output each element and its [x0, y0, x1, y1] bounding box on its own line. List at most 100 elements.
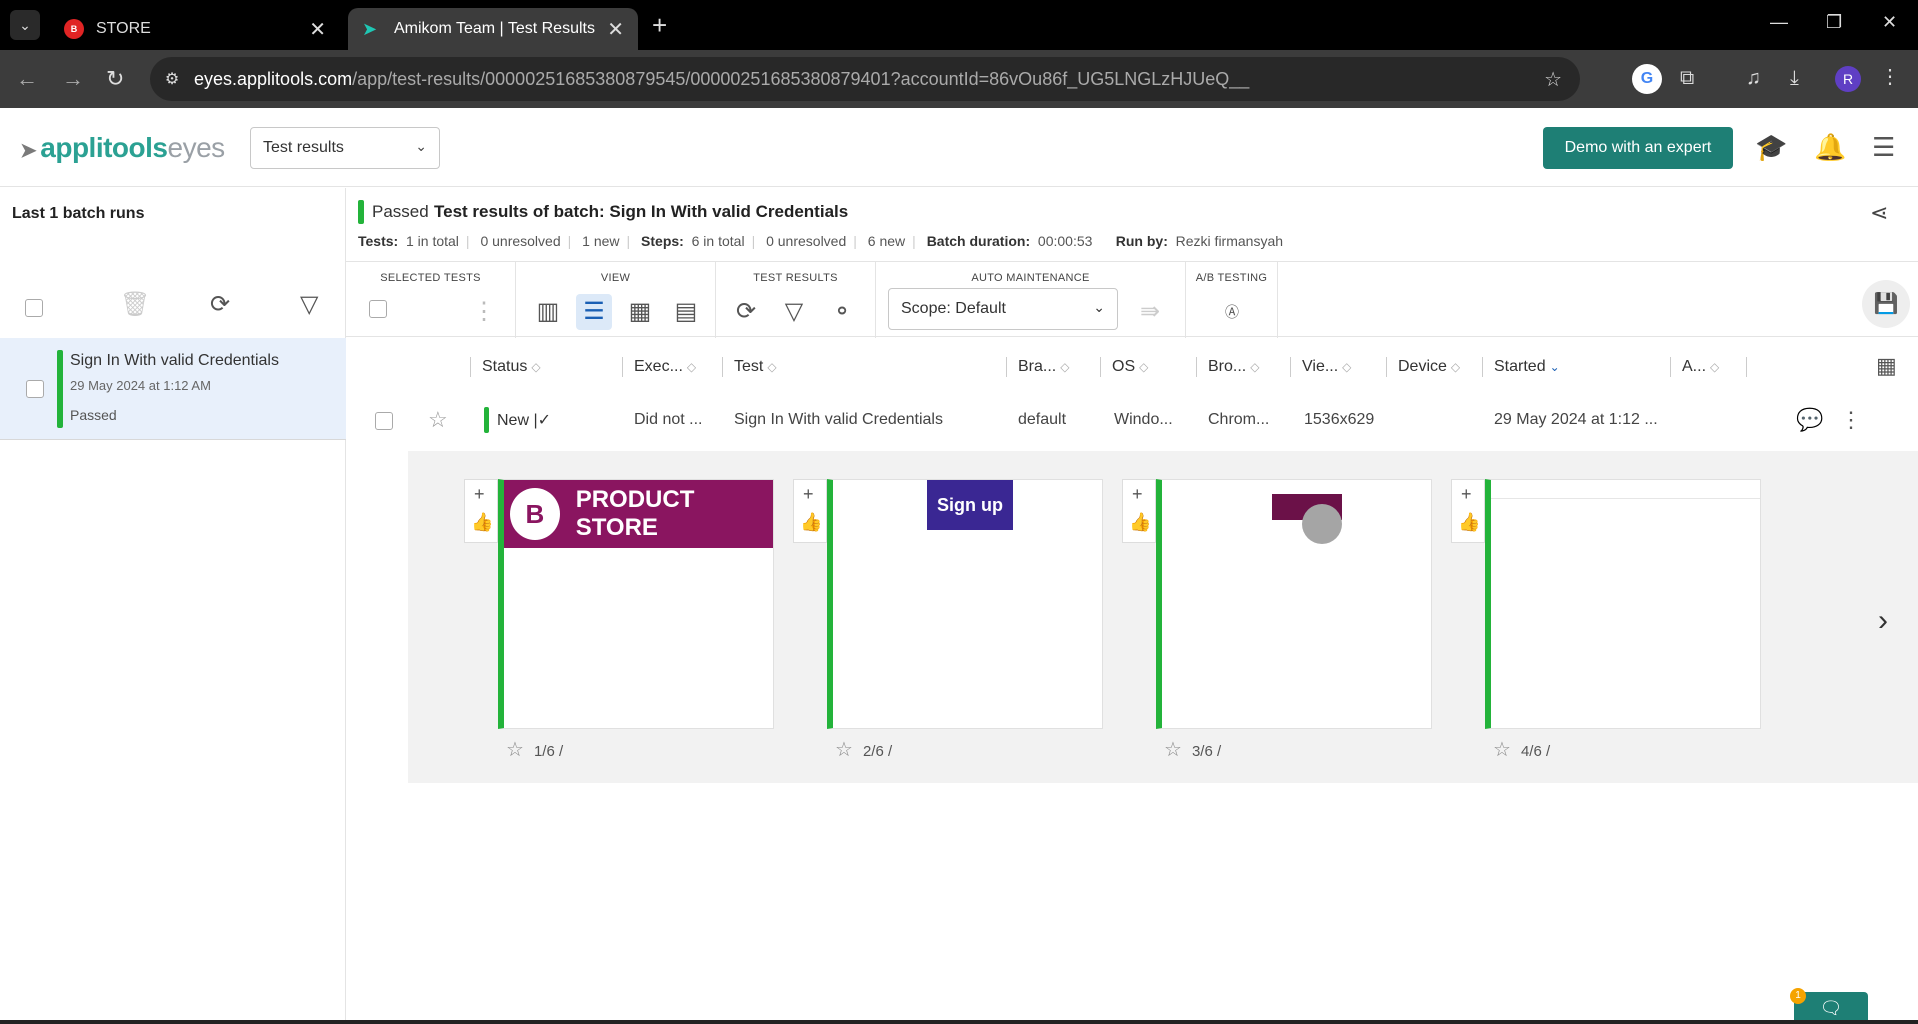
logo-primary: applitools [40, 132, 168, 163]
minimize-icon[interactable]: — [1770, 12, 1788, 33]
table-row[interactable]: ☆ New |✓ Did not ... Sign In With valid … [346, 397, 1918, 445]
refresh-results-icon[interactable]: ⟳ [728, 294, 764, 330]
row-checkbox[interactable] [375, 412, 393, 430]
profile-avatar[interactable]: R [1835, 66, 1861, 92]
select-all-batches-checkbox[interactable] [25, 299, 43, 317]
signup-banner: Sign up [927, 480, 1013, 530]
scope-select[interactable]: Scope: Default ⌄ [888, 288, 1118, 330]
group-by-icon[interactable]: ⚬ [824, 294, 860, 330]
started-cell: 29 May 2024 at 1:12 ... [1494, 411, 1658, 428]
browser-menu-icon[interactable]: ⋮ [1880, 64, 1900, 89]
ab-testing-icon[interactable]: Ⓐ [1214, 294, 1250, 330]
test-cell[interactable]: Sign In With valid Credentials [734, 411, 984, 429]
more-actions-icon[interactable]: ⋮ [466, 294, 502, 330]
address-bar[interactable]: ⚙ eyes.applitools.com/app/test-results/0… [150, 57, 1580, 101]
group-label: VIEW [600, 272, 631, 284]
thumbnail-image[interactable] [1485, 479, 1761, 729]
reload-icon[interactable]: ↻ [106, 66, 124, 92]
add-region-icon[interactable]: + [1132, 484, 1143, 505]
chevron-right-icon[interactable]: › [1878, 604, 1888, 638]
row-menu-icon[interactable]: ⋮ [1840, 407, 1862, 433]
add-region-icon[interactable]: + [474, 484, 485, 505]
view-select[interactable]: Test results ⌄ [250, 127, 440, 169]
step-thumbnail[interactable]: + 👍 Sign up ☆ 2/6 / [793, 479, 1103, 761]
sidebar-title: Last 1 batch runs [12, 205, 145, 222]
thumbnail-image[interactable]: B PRODUCT STORE [498, 479, 774, 729]
add-region-icon[interactable]: + [803, 484, 814, 505]
refresh-icon[interactable]: ⟳ [210, 290, 230, 319]
applitools-logo[interactable]: ➤ applitoolseyes [20, 132, 225, 164]
step-index: 2/6 / [862, 743, 893, 760]
filter-icon[interactable]: ▽ [300, 290, 318, 319]
star-icon[interactable]: ☆ [506, 739, 524, 761]
column-header-test[interactable]: Test ◇ [722, 357, 777, 377]
step-thumbnail[interactable]: + 👍 ☆ 4/6 / [1451, 479, 1761, 761]
batch-list-item[interactable]: Sign In With valid Credentials 29 May 20… [0, 338, 346, 440]
column-settings-icon[interactable]: ▦ [1876, 353, 1897, 379]
batch-checkbox[interactable] [26, 380, 44, 398]
close-tab-icon[interactable]: ✕ [607, 17, 624, 42]
thumbs-up-icon[interactable]: 👍 [1129, 512, 1151, 533]
save-icon: 💾 [1862, 280, 1910, 328]
thumbs-up-icon[interactable]: 👍 [471, 512, 493, 533]
close-tab-icon[interactable]: ✕ [309, 17, 326, 42]
add-region-icon[interactable]: + [1461, 484, 1472, 505]
demo-button[interactable]: Demo with an expert [1543, 127, 1733, 169]
step-thumbnail[interactable]: + 👍 B PRODUCT STORE ☆ 1/6 / [464, 479, 774, 761]
window-close-icon[interactable]: ✕ [1882, 12, 1897, 33]
column-header-started[interactable]: Started ⌄ [1482, 357, 1560, 377]
thumbnail-caption: ☆ 2/6 / [835, 737, 892, 762]
column-header-viewport[interactable]: Vie... ◇ [1290, 357, 1351, 377]
comment-icon[interactable]: 💬 [1796, 407, 1823, 433]
tab-store[interactable]: B STORE ✕ [50, 8, 340, 50]
star-icon[interactable]: ☆ [835, 739, 853, 761]
status-cell[interactable]: New |✓ [484, 407, 551, 433]
academy-icon[interactable]: 🎓 [1755, 132, 1787, 163]
column-header-branch[interactable]: Bra... ◇ [1006, 357, 1069, 377]
tab-search-icon[interactable]: ⌄ [10, 10, 40, 40]
comments-view-icon[interactable]: ▤ [668, 294, 704, 330]
tests-unresolved: 0 unresolved [480, 233, 561, 249]
column-header-a[interactable]: A... ◇ [1670, 357, 1719, 377]
view-select-value: Test results [263, 139, 344, 156]
sort-icon: ◇ [1450, 360, 1461, 374]
column-header-status[interactable]: Status ◇ [470, 357, 541, 377]
google-translate-icon[interactable]: G [1632, 64, 1662, 94]
restore-icon[interactable]: ❐ [1826, 12, 1842, 33]
thumbnail-image[interactable]: Sign up [827, 479, 1103, 729]
chevron-down-icon: ⌄ [1093, 299, 1105, 315]
tab-applitools[interactable]: ➤ Amikom Team | Test Results | Ap ✕ [348, 8, 638, 50]
extensions-icon[interactable]: ⧉ [1680, 67, 1694, 90]
star-icon[interactable]: ☆ [1493, 739, 1511, 761]
filter-results-icon[interactable]: ▽ [776, 294, 812, 330]
notification-bell-icon[interactable]: 🔔 [1814, 132, 1846, 163]
summary-title: Test results of batch: Sign In With vali… [434, 202, 849, 221]
thumbnail-content [1272, 494, 1342, 544]
share-icon[interactable]: ⋖ [1870, 200, 1888, 226]
chart-view-icon[interactable]: ▥ [530, 294, 566, 330]
grid-view-icon[interactable]: ▦ [622, 294, 658, 330]
site-info-icon[interactable]: ⚙ [150, 69, 194, 89]
back-icon[interactable]: ← [16, 66, 38, 92]
select-all-tests-checkbox[interactable] [369, 300, 387, 318]
list-view-icon[interactable]: ☰ [576, 294, 612, 330]
step-thumbnail[interactable]: + 👍 ☆ 3/6 / [1122, 479, 1432, 761]
column-header-browser[interactable]: Bro... ◇ [1196, 357, 1259, 377]
banner-text: PRODUCT STORE [575, 486, 695, 541]
column-header-device[interactable]: Device ◇ [1386, 357, 1460, 377]
column-header-os[interactable]: OS ◇ [1100, 357, 1148, 377]
thumbs-up-icon[interactable]: 👍 [800, 512, 822, 533]
thumbnail-image[interactable] [1156, 479, 1432, 729]
downloads-icon[interactable]: ⤓ [1790, 67, 1799, 90]
forward-icon[interactable]: → [62, 66, 84, 92]
star-icon[interactable]: ☆ [428, 407, 448, 433]
new-tab-icon[interactable]: + [652, 10, 667, 41]
user-menu-icon[interactable]: ☰ [1872, 132, 1895, 163]
thumbs-up-icon[interactable]: 👍 [1458, 512, 1480, 533]
exec-cell: Did not ... [634, 411, 703, 428]
column-header-exec[interactable]: Exec... ◇ [622, 357, 696, 377]
viewport-cell: 1536x629 [1304, 411, 1375, 428]
media-control-icon[interactable]: ♫ [1746, 67, 1761, 90]
star-icon[interactable]: ☆ [1164, 739, 1182, 761]
bookmark-star-icon[interactable]: ☆ [1544, 67, 1562, 92]
